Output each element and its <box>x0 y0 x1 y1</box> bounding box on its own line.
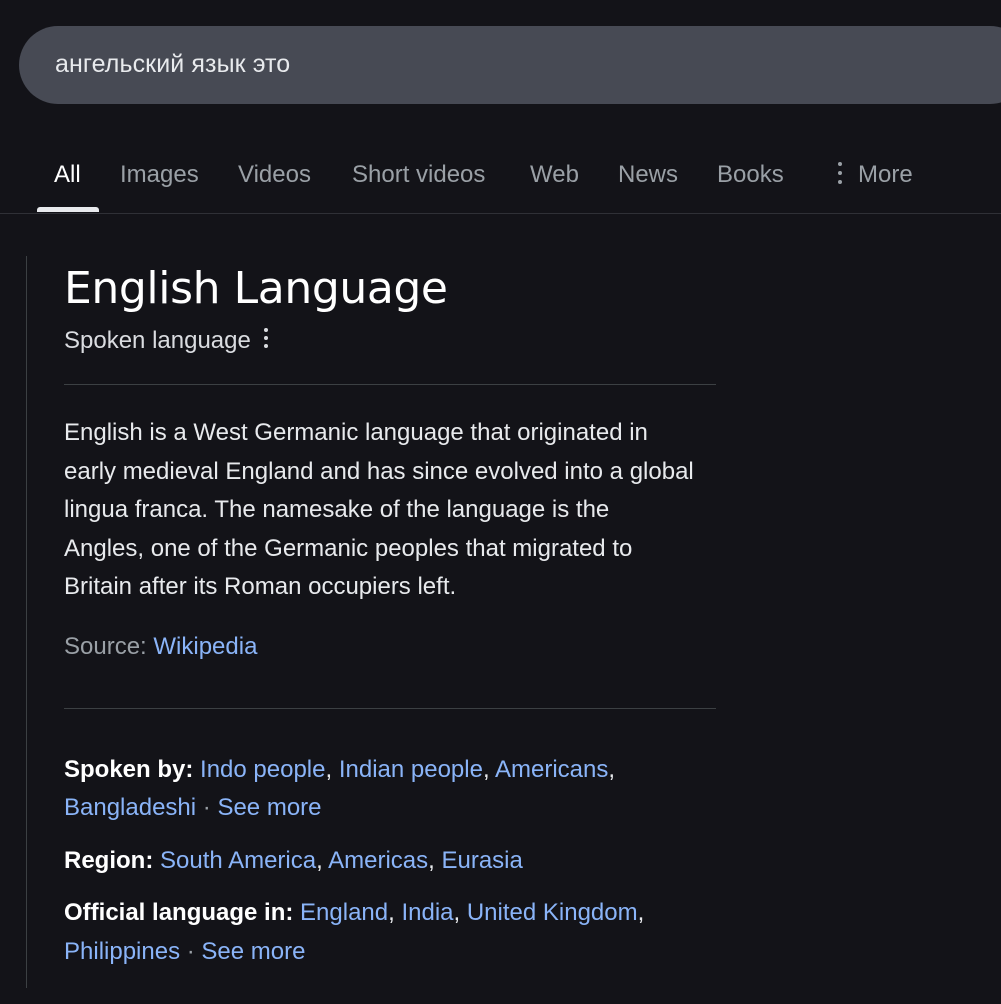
panel-subtitle-row: Spoken language <box>64 324 716 358</box>
fact-label: Region: <box>64 846 154 874</box>
search-bar[interactable]: ангельский язык это <box>19 26 1001 104</box>
fact-link[interactable]: South America <box>160 847 316 874</box>
see-more-link[interactable]: See more <box>201 938 305 965</box>
panel-description: English is a West Germanic language that… <box>64 414 716 607</box>
source-label: Source: <box>64 632 147 660</box>
fact-link[interactable]: India <box>401 899 453 926</box>
tab-more[interactable]: More <box>838 161 913 189</box>
tab-videos[interactable]: Videos <box>238 161 311 189</box>
fact-link[interactable]: Indian people <box>339 756 483 783</box>
knowledge-panel: English Language Spoken language English… <box>64 258 716 971</box>
fact-link[interactable]: England <box>300 899 388 926</box>
more-vert-icon <box>838 161 842 184</box>
fact-spoken-by: Spoken by: Indo people, Indian people, A… <box>64 755 616 822</box>
fact-link[interactable]: Philippines <box>64 938 180 965</box>
separator-dot: · <box>186 937 195 965</box>
tab-web[interactable]: Web <box>530 161 579 189</box>
fact-link[interactable]: Americans <box>495 756 608 783</box>
tab-books[interactable]: Books <box>717 161 784 189</box>
source-line: Source: Wikipedia <box>64 633 716 661</box>
fact-region: Region: South America, Americas, Eurasia <box>64 846 523 874</box>
more-options-icon[interactable] <box>263 328 268 350</box>
separator-dot: · <box>202 794 211 821</box>
panel-subtitle: Spoken language <box>64 327 251 354</box>
description-line: lingua franca. The namesake of the langu… <box>64 496 610 523</box>
fact-link[interactable]: Eurasia <box>441 847 522 874</box>
tab-more-label: More <box>858 161 913 188</box>
tab-news[interactable]: News <box>618 161 678 189</box>
fact-link[interactable]: Indo people <box>200 756 325 783</box>
divider <box>64 707 716 709</box>
search-input[interactable]: ангельский язык это <box>55 50 290 79</box>
divider <box>64 384 716 385</box>
description-line: early medieval England and has since evo… <box>64 457 694 485</box>
description-line: English is a West Germanic language that… <box>64 419 648 446</box>
see-more-link[interactable]: See more <box>217 794 321 821</box>
active-tab-indicator <box>37 207 99 212</box>
fact-official-language: Official language in: England, India, Un… <box>64 899 645 965</box>
wikipedia-link[interactable]: Wikipedia <box>153 633 257 660</box>
tab-short-videos[interactable]: Short videos <box>352 161 485 189</box>
tab-all[interactable]: All <box>54 161 81 189</box>
fact-link[interactable]: Americas <box>328 847 428 874</box>
fact-label: Spoken by: <box>64 755 194 783</box>
fact-label: Official language in: <box>64 899 294 926</box>
search-tabs: All Images Videos Short videos Web News … <box>0 140 1001 214</box>
tab-images[interactable]: Images <box>120 161 199 189</box>
description-line: Britain after its Roman occupiers left. <box>64 573 457 600</box>
description-line: Angles, one of the Germanic peoples that… <box>64 534 633 562</box>
panel-left-border <box>26 256 27 988</box>
fact-link[interactable]: United Kingdom <box>467 899 638 926</box>
panel-title: English Language <box>64 263 448 314</box>
fact-link[interactable]: Bangladeshi <box>64 794 196 821</box>
